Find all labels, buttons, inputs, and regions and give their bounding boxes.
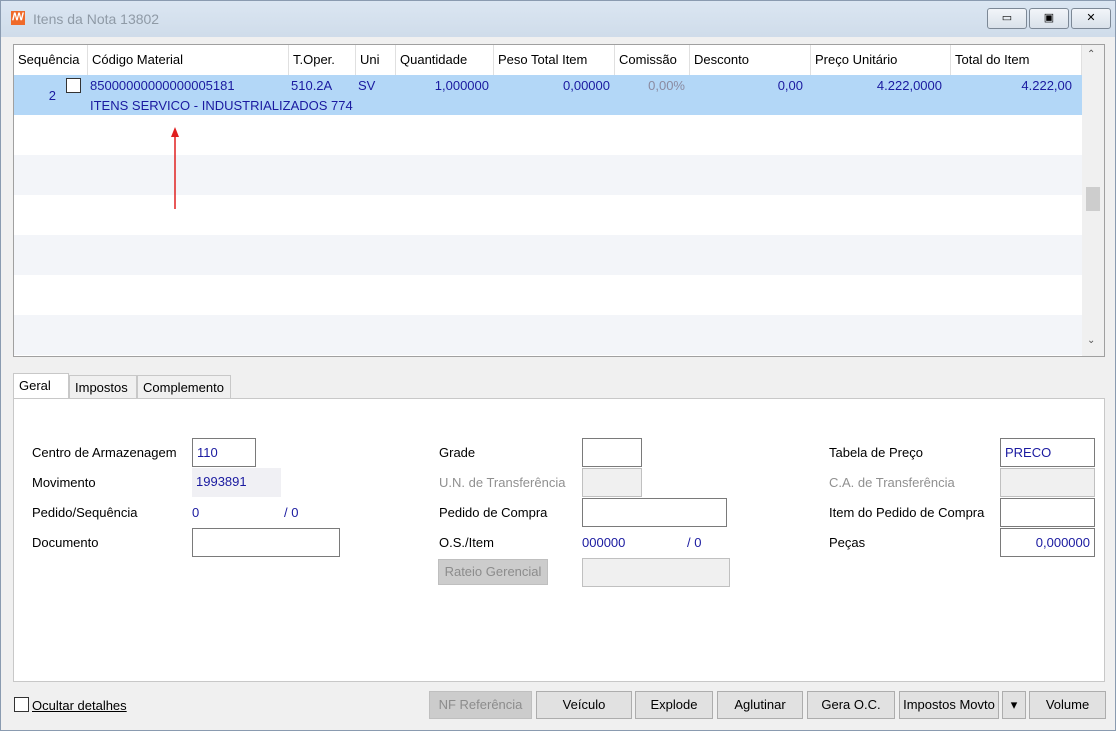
minimize-button[interactable]: ▭: [987, 8, 1027, 29]
os-value: 000000: [582, 535, 626, 550]
col-uni[interactable]: Uni: [356, 45, 396, 75]
cell-quantidade: 1,000000: [434, 78, 489, 93]
cell-desconto: 0,00: [777, 78, 803, 93]
centro-label: Centro de Armazenagem: [32, 445, 177, 460]
aglutinar-button[interactable]: Aglutinar: [717, 691, 803, 719]
pecas-label: Peças: [829, 535, 866, 550]
cell-peso: 0,00000: [563, 78, 610, 93]
rateio-gerencial-button[interactable]: Rateio Gerencial: [438, 559, 548, 585]
cell-preco: 4.222,0000: [876, 78, 942, 93]
app-icon: ꟿ: [11, 11, 25, 25]
pedido-compra-label: Pedido de Compra: [439, 505, 548, 520]
movimento-value: 1993891: [192, 468, 281, 497]
col-preco[interactable]: Preço Unitário: [811, 45, 951, 75]
rateio-input: [582, 558, 730, 587]
table-row[interactable]: 2 85000000000000005181 ITENS SERVICO - I…: [14, 75, 1082, 115]
pedido-value: 0: [192, 505, 200, 520]
item-value: / 0: [687, 535, 702, 550]
scroll-thumb[interactable]: [1086, 187, 1100, 211]
title-bar: ꟿ Itens da Nota 13802 ▭ ▣ ✕: [1, 1, 1115, 37]
tab-impostos[interactable]: Impostos: [69, 375, 137, 399]
grade-label: Grade: [439, 445, 476, 460]
ca-transferencia-label: C.A. de Transferência: [829, 475, 955, 490]
un-transferencia-input: [582, 468, 642, 497]
volume-button[interactable]: Volume: [1029, 691, 1106, 719]
cell-codigo: 85000000000000005181: [90, 78, 235, 93]
col-quantidade[interactable]: Quantidade: [396, 45, 494, 75]
tab-geral[interactable]: Geral: [13, 373, 69, 399]
empty-row: [14, 235, 1082, 275]
cell-toper: 510.2A: [291, 78, 333, 93]
dropdown-arrow-icon[interactable]: ▾: [1002, 691, 1026, 719]
close-button[interactable]: ✕: [1071, 8, 1111, 29]
row-checkbox[interactable]: [66, 78, 81, 93]
cell-sequencia: 2: [48, 88, 56, 103]
window: ꟿ Itens da Nota 13802 ▭ ▣ ✕ Sequência Có…: [0, 0, 1116, 731]
scroll-down-icon[interactable]: ⌄: [1087, 335, 1095, 346]
col-comissao[interactable]: Comissão: [615, 45, 690, 75]
col-desconto[interactable]: Desconto: [690, 45, 811, 75]
veiculo-button[interactable]: Veículo: [536, 691, 632, 719]
item-pedido-input[interactable]: [1000, 498, 1095, 527]
cell-total: 4.222,00: [1021, 78, 1072, 93]
col-sequencia[interactable]: Sequência: [14, 45, 88, 75]
tabela-preco-input[interactable]: PRECO: [1000, 438, 1095, 467]
ocultar-detalhes-checkbox[interactable]: [14, 697, 29, 712]
red-arrow-annotation: [171, 127, 179, 209]
sequencia-value: / 0: [284, 505, 299, 520]
explode-button[interactable]: Explode: [635, 691, 713, 719]
pecas-input[interactable]: 0,000000: [1000, 528, 1095, 557]
maximize-button[interactable]: ▣: [1029, 8, 1069, 29]
grade-input[interactable]: [582, 438, 642, 467]
nf-referencia-button[interactable]: NF Referência: [429, 691, 532, 719]
ca-transferencia-input: [1000, 468, 1095, 497]
col-peso[interactable]: Peso Total Item: [494, 45, 615, 75]
col-total[interactable]: Total do Item: [951, 45, 1082, 75]
vertical-scrollbar[interactable]: ⌃ ⌄: [1082, 45, 1104, 356]
col-codigo[interactable]: Código Material: [88, 45, 289, 75]
impostos-movto-button[interactable]: Impostos Movto: [899, 691, 999, 719]
cell-comissao: 0,00%: [648, 78, 685, 93]
centro-input[interactable]: 110: [192, 438, 256, 467]
col-toper[interactable]: T.Oper.: [289, 45, 356, 75]
documento-label: Documento: [32, 535, 99, 550]
item-pedido-label: Item do Pedido de Compra: [829, 505, 985, 520]
documento-input[interactable]: [192, 528, 340, 557]
cell-uni: SV: [358, 78, 376, 93]
cell-descricao: ITENS SERVICO - INDUSTRIALIZADOS 774: [90, 98, 353, 113]
gera-oc-button[interactable]: Gera O.C.: [807, 691, 895, 719]
movimento-label: Movimento: [32, 475, 96, 490]
pedido-compra-input[interactable]: [582, 498, 727, 527]
un-transferencia-label: U.N. de Transferência: [439, 475, 566, 490]
pedido-seq-label: Pedido/Sequência: [32, 505, 138, 520]
empty-row: [14, 315, 1082, 355]
ocultar-detalhes-label[interactable]: Ocultar detalhes: [32, 698, 127, 713]
tabela-preco-label: Tabela de Preço: [829, 445, 923, 460]
geral-panel: [13, 398, 1105, 682]
os-item-label: O.S./Item: [439, 535, 494, 550]
scroll-up-icon[interactable]: ⌃: [1087, 49, 1095, 60]
window-title: Itens da Nota 13802: [33, 11, 160, 27]
tab-complemento[interactable]: Complemento: [137, 375, 231, 399]
